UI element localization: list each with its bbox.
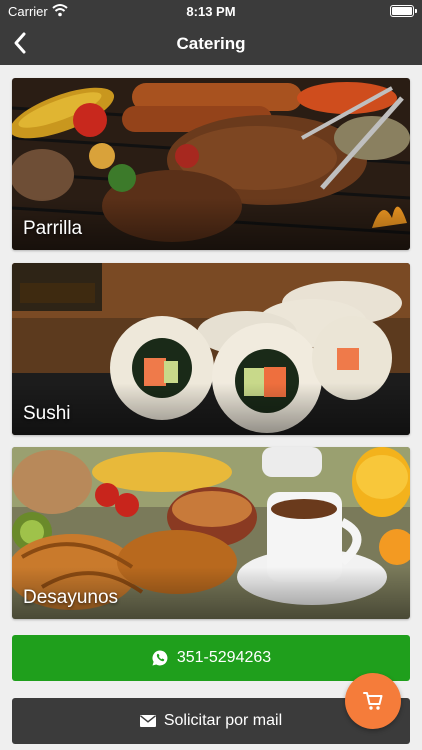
category-label: Desayunos <box>23 587 119 608</box>
category-card-desayunos[interactable]: Desayunos <box>12 447 410 619</box>
sushi-photo <box>12 263 410 435</box>
mail-request-label: Solicitar por mail <box>163 712 283 729</box>
page-title: Catering <box>176 34 246 53</box>
category-card-parrilla[interactable]: Parrilla <box>12 78 410 250</box>
whatsapp-button[interactable]: 351-5294263 <box>12 635 410 681</box>
status-bar: Carrier 8:13 PM <box>0 0 422 22</box>
category-card-sushi[interactable]: Sushi <box>12 263 410 435</box>
whatsapp-icon <box>152 650 168 666</box>
category-label: Sushi <box>23 403 71 424</box>
status-time: 8:13 PM <box>186 4 236 19</box>
cart-icon <box>363 692 383 710</box>
cart-fab-button[interactable] <box>345 673 401 729</box>
whatsapp-number: 351-5294263 <box>176 649 272 666</box>
battery-icon <box>390 5 417 17</box>
category-label: Parrilla <box>23 218 83 239</box>
envelope-icon <box>139 715 156 727</box>
navigation-bar: Catering <box>0 22 422 65</box>
